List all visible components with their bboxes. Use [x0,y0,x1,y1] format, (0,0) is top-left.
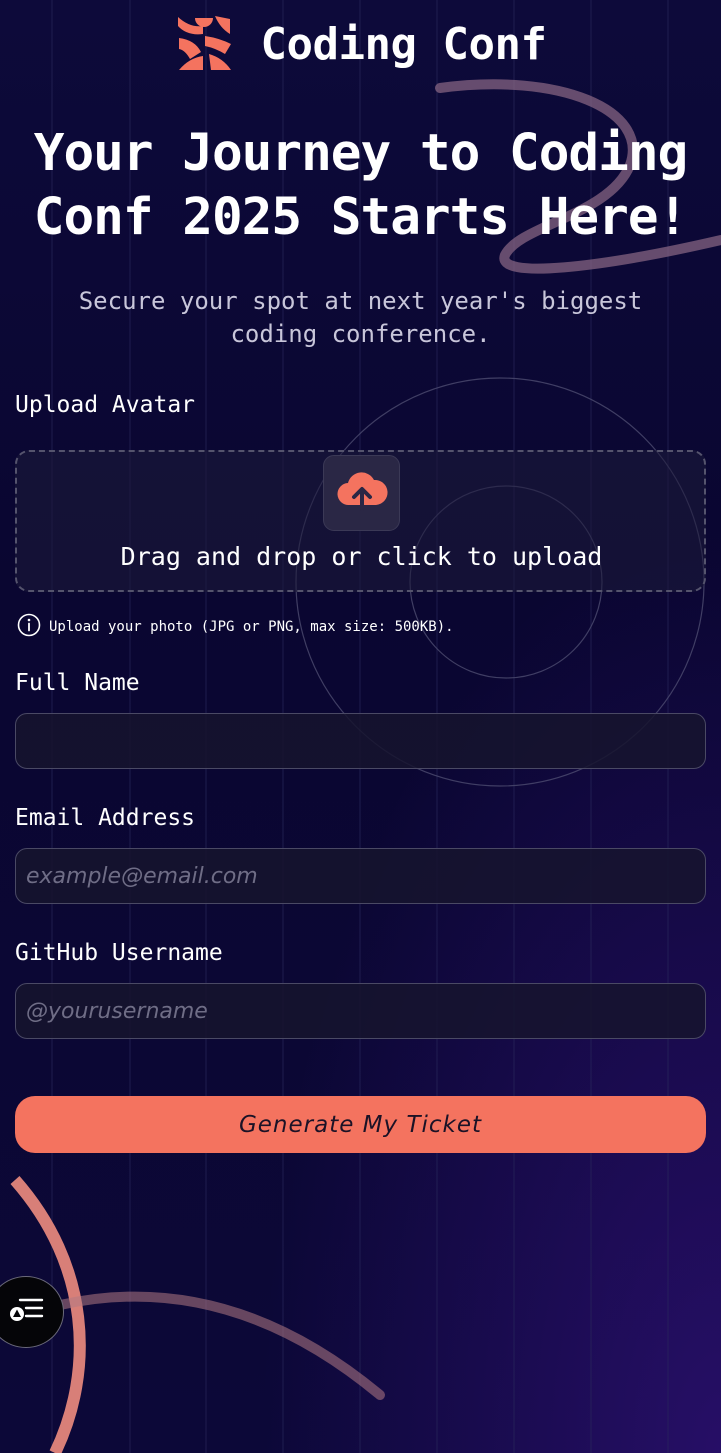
hero-subheadline: Secure your spot at next year's biggest … [78,287,643,348]
avatar-hint-text: Upload your photo (JPG or PNG, max size:… [49,619,454,635]
info-icon [17,613,41,641]
full-name-label: Full Name [15,670,140,696]
github-username-input[interactable] [15,983,706,1039]
upload-icon-container [323,455,400,531]
site-title: Coding Conf [260,19,547,70]
full-name-input[interactable] [15,713,706,769]
avatar-hint: Upload your photo (JPG or PNG, max size:… [17,613,454,641]
generate-ticket-button[interactable]: Generate My Ticket [15,1096,706,1153]
github-label: GitHub Username [15,940,223,966]
email-input[interactable] [15,848,706,904]
cloud-upload-icon [336,469,388,517]
avatar-label: Upload Avatar [15,392,196,418]
menu-icon [8,1294,44,1330]
floating-menu-button[interactable] [0,1276,64,1348]
ticket-form-page: Coding Conf Your Journey to Coding Conf … [0,0,721,1453]
hero-headline: Your Journey to Coding Conf 2025 Starts … [33,124,689,247]
email-label: Email Address [15,805,196,831]
site-header: Coding Conf [0,14,721,76]
avatar-dropzone[interactable]: Drag and drop or click to upload [15,450,706,592]
coding-conf-logo-icon [175,14,233,76]
dropzone-instructions: Drag and drop or click to upload [120,542,603,571]
